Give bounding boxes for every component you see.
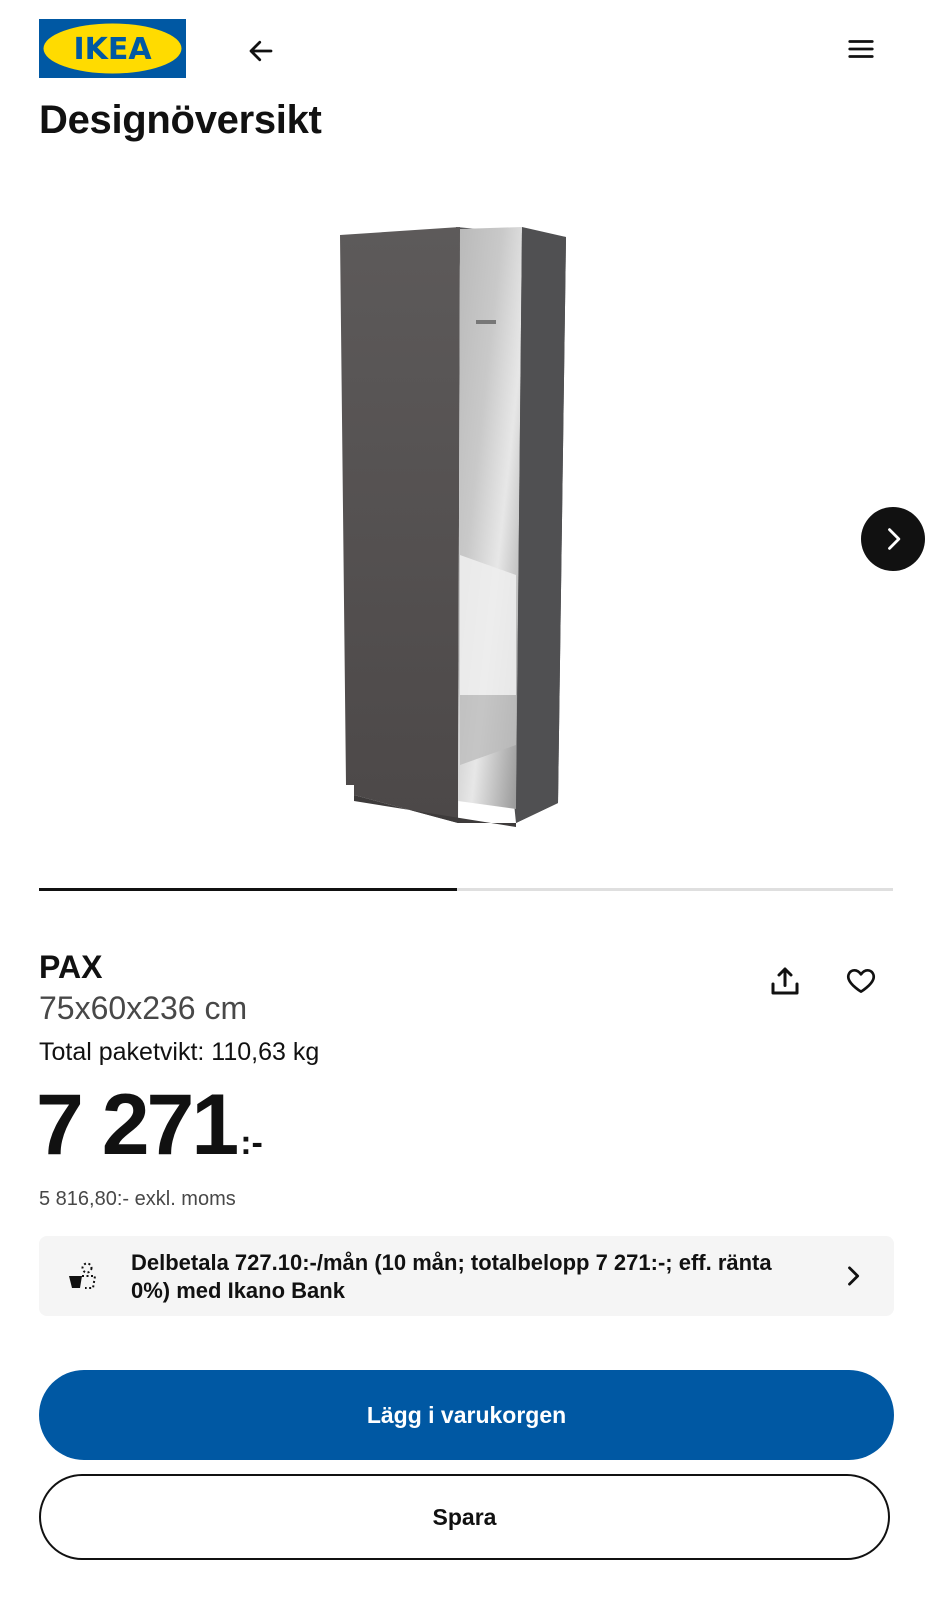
menu-button[interactable] [838, 26, 884, 72]
price-integer: 7 271 [36, 1077, 239, 1173]
financing-text: Delbetala 727.10:-/mån (10 mån; totalbel… [131, 1250, 772, 1303]
price-excl-vat: 5 816,80:- exkl. moms [39, 1188, 236, 1210]
carousel-progress-track [39, 888, 893, 891]
add-to-cart-button[interactable]: Lägg i varukorgen [39, 1370, 894, 1460]
favorite-button[interactable] [838, 958, 884, 1004]
installment-payment-icon [67, 1262, 101, 1292]
product-name: PAX [39, 949, 103, 985]
ikea-logo[interactable]: IKEA [39, 19, 186, 78]
chevron-right-icon [839, 1262, 867, 1290]
product-image[interactable] [330, 225, 590, 845]
heart-outline-icon [847, 969, 875, 993]
arrow-left-icon [249, 40, 273, 62]
hamburger-menu-icon [848, 40, 874, 58]
carousel-next-button[interactable] [861, 507, 925, 571]
product-dimensions: 75x60x236 cm [39, 990, 248, 1026]
chevron-right-icon [888, 528, 901, 550]
product-weight: Total paketvikt: 110,63 kg [39, 1038, 320, 1066]
share-upload-icon [771, 967, 799, 995]
share-button[interactable] [762, 958, 808, 1004]
save-button[interactable]: Spara [39, 1474, 890, 1560]
product-price: 7 271 :- [36, 1082, 263, 1168]
price-suffix: :- [240, 1124, 263, 1162]
page-title: Designöversikt [39, 98, 322, 142]
carousel-progress-fill [39, 888, 458, 891]
back-button[interactable] [238, 28, 284, 74]
svg-text:IKEA: IKEA [73, 32, 152, 67]
financing-banner[interactable]: Delbetala 727.10:-/mån (10 mån; totalbel… [39, 1236, 894, 1316]
